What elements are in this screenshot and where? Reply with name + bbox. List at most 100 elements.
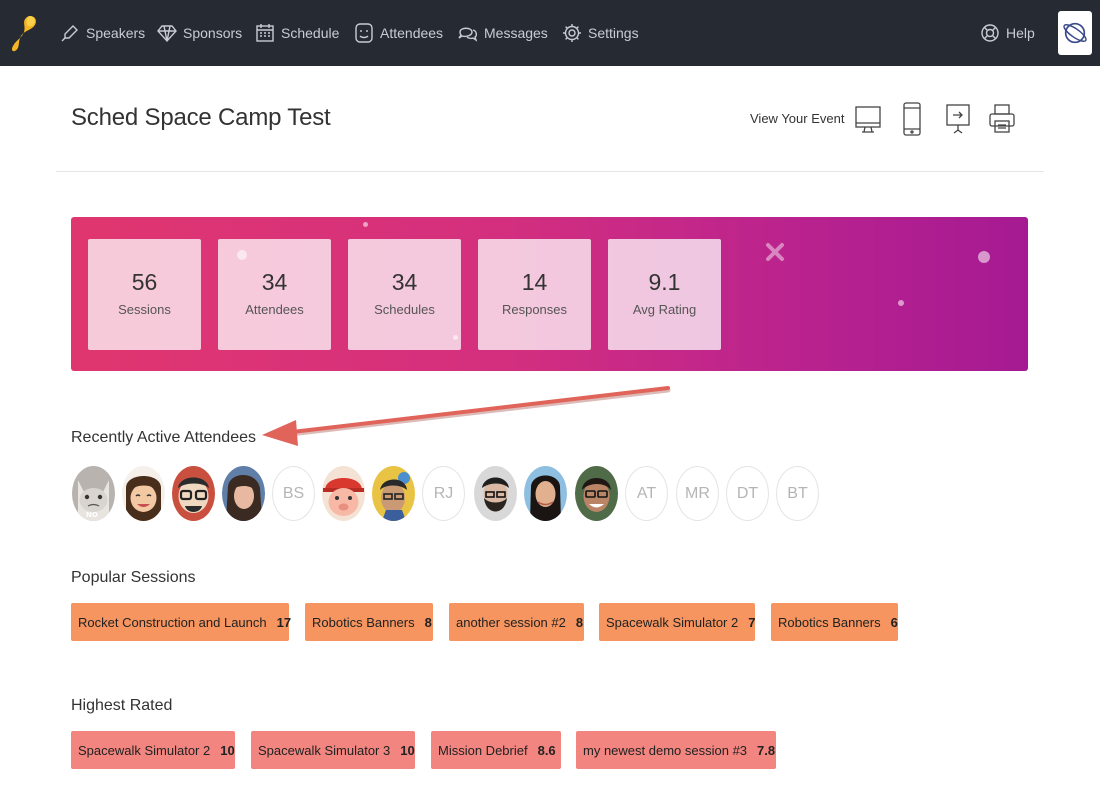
session-count: 6 <box>890 614 898 630</box>
session-rating: 7.8 <box>757 742 776 758</box>
print-button[interactable] <box>988 102 1016 136</box>
nav-help-label: Help <box>1006 25 1035 41</box>
stat-label: Responses <box>501 302 568 317</box>
session-count: 8 <box>575 614 584 630</box>
mobile-view-button[interactable] <box>898 102 926 136</box>
nav-schedule-label: Schedule <box>281 25 340 41</box>
page-title: Sched Space Camp Test <box>71 104 331 131</box>
nav-settings[interactable]: Settings <box>562 0 639 66</box>
attendee-avatar-initials[interactable]: MR <box>676 466 719 521</box>
user-avatar-button[interactable] <box>1058 11 1092 55</box>
nav-attendees[interactable]: Attendees <box>354 0 443 66</box>
presentation-screen-icon <box>946 104 970 134</box>
stat-label: Attendees <box>245 302 304 317</box>
popular-session-pill[interactable]: Robotics Banners 8 <box>305 603 433 641</box>
highest-rated-pill[interactable]: Mission Debrief 8.6 <box>431 731 561 769</box>
session-count: 7 <box>748 614 756 630</box>
highest-rated-pill[interactable]: Spacewalk Simulator 3 10 <box>251 731 415 769</box>
pig-cartoon-avatar-icon <box>322 466 365 521</box>
attendee-avatar[interactable] <box>222 466 265 521</box>
stat-value: 56 <box>131 269 158 295</box>
stat-card-avg-rating[interactable]: 9.1 Avg Rating <box>608 239 721 350</box>
stat-card-schedules[interactable]: 34 Schedules <box>348 239 461 350</box>
stat-card-responses[interactable]: 14 Responses <box>478 239 591 350</box>
banner-sparkle <box>978 251 990 263</box>
attendee-avatar[interactable] <box>575 466 618 521</box>
nav-sponsors[interactable]: Sponsors <box>157 0 242 66</box>
attendee-avatar-initials[interactable]: DT <box>726 466 769 521</box>
session-name: Mission Debrief <box>438 742 528 758</box>
stat-card-sessions[interactable]: 56 Sessions <box>88 239 201 350</box>
header-divider <box>56 171 1044 172</box>
highest-rated-title: Highest Rated <box>71 697 173 714</box>
printer-icon <box>989 104 1015 133</box>
stat-value: 9.1 <box>648 269 681 295</box>
stat-label: Avg Rating <box>632 302 697 317</box>
view-your-event-link[interactable]: View Your Event <box>750 111 844 126</box>
desktop-view-button[interactable] <box>854 102 882 136</box>
avatar-caption: NO <box>86 511 98 519</box>
diamond-icon <box>157 25 177 43</box>
stats-banner: 56 Sessions 34 Attendees 34 Schedules 14… <box>71 217 1028 371</box>
presentation-view-button[interactable] <box>944 102 972 136</box>
mobile-phone-icon <box>903 102 921 136</box>
smiling-man-avatar-icon <box>575 466 618 521</box>
session-name: Robotics Banners <box>312 614 415 630</box>
lifebuoy-icon <box>981 24 999 42</box>
attendee-avatar[interactable]: NO <box>72 466 115 521</box>
banner-sparkle <box>363 222 368 227</box>
nav-speakers[interactable]: Speakers <box>60 0 145 66</box>
session-name: Spacewalk Simulator 2 <box>78 742 211 758</box>
attendee-avatar[interactable] <box>122 466 165 521</box>
woman-long-hair-avatar-icon <box>524 466 567 521</box>
nav-help[interactable]: Help <box>980 0 1035 66</box>
attendee-avatar[interactable] <box>524 466 567 521</box>
stat-value: 34 <box>261 269 288 295</box>
cat-avatar-icon: NO <box>72 466 115 521</box>
top-nav: Speakers Sponsors Schedule Attendees Mes… <box>0 0 1100 66</box>
session-name: Spacewalk Simulator 3 <box>258 742 391 758</box>
gear-icon <box>563 24 581 42</box>
attendee-avatar-initials[interactable]: AT <box>625 466 668 521</box>
stat-label: Sessions <box>118 302 171 317</box>
session-name: my newest demo session #3 <box>583 742 748 758</box>
attendee-avatar-initials[interactable]: BT <box>776 466 819 521</box>
smiley-icon <box>355 23 373 43</box>
nav-settings-label: Settings <box>588 25 639 41</box>
session-rating: 10 <box>400 742 415 758</box>
nav-schedule[interactable]: Schedule <box>255 0 339 66</box>
illustrated-man-avatar-icon <box>372 466 415 521</box>
popular-session-pill[interactable]: Rocket Construction and Launch 17 <box>71 603 292 641</box>
chat-bubbles-icon <box>458 27 478 42</box>
session-name: Robotics Banners <box>778 614 881 630</box>
stat-label: Schedules <box>374 302 435 317</box>
nav-sponsors-label: Sponsors <box>183 25 243 41</box>
attendee-avatar[interactable] <box>172 466 215 521</box>
nav-messages[interactable]: Messages <box>458 0 548 66</box>
nav-messages-label: Messages <box>484 25 548 41</box>
stat-value: 34 <box>391 269 418 295</box>
session-rating: 10 <box>220 742 235 758</box>
highest-rated-pill[interactable]: my newest demo session #3 7.8 <box>576 731 776 769</box>
sched-logo-icon[interactable] <box>10 14 40 54</box>
nav-attendees-label: Attendees <box>380 25 444 41</box>
session-rating: 8.6 <box>537 742 556 758</box>
session-name: Rocket Construction and Launch <box>78 614 267 630</box>
popular-session-pill[interactable]: Spacewalk Simulator 2 7 <box>599 603 755 641</box>
popular-session-pill[interactable]: another session #2 8 <box>449 603 584 641</box>
attendee-avatar[interactable] <box>322 466 365 521</box>
highest-rated-pill[interactable]: Spacewalk Simulator 2 10 <box>71 731 235 769</box>
cartoon-girl-avatar-icon <box>122 466 165 521</box>
attendee-avatar[interactable] <box>474 466 517 521</box>
popular-session-pill[interactable]: Robotics Banners 6 <box>771 603 898 641</box>
microphone-icon <box>61 25 78 42</box>
stat-card-attendees[interactable]: 34 Attendees <box>218 239 331 350</box>
attendee-avatar-initials[interactable]: BS <box>272 466 315 521</box>
nav-speakers-label: Speakers <box>86 25 146 41</box>
calendar-icon <box>256 24 274 42</box>
bearded-man-avatar-icon <box>474 466 517 521</box>
woman-photo-avatar-icon <box>222 466 265 521</box>
attendee-avatar-initials[interactable]: RJ <box>422 466 465 521</box>
attendee-avatar[interactable] <box>372 466 415 521</box>
session-count: 17 <box>276 614 292 630</box>
